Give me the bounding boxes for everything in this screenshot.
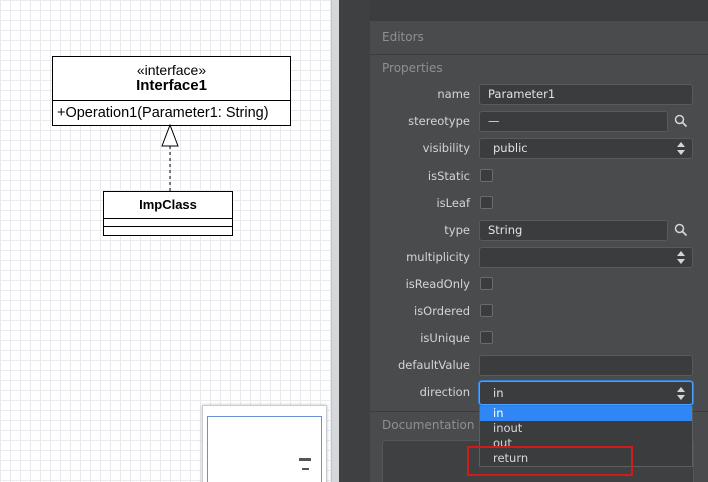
visibility-select[interactable]: public (479, 138, 693, 159)
type-field[interactable]: String (479, 220, 668, 241)
visibility-value: public (493, 141, 528, 155)
isreadonly-checkbox[interactable] (480, 277, 493, 290)
properties-section-title[interactable]: Properties (382, 61, 443, 75)
name-label: name (437, 87, 470, 101)
diagram-minimap[interactable] (202, 405, 327, 482)
isleaf-checkbox[interactable] (480, 196, 493, 209)
isunique-label: isUnique (420, 331, 470, 345)
editors-section-title[interactable]: Editors (382, 30, 424, 44)
realization-connector[interactable] (160, 124, 180, 192)
direction-option-out[interactable]: out (480, 436, 692, 451)
isstatic-label: isStatic (427, 169, 470, 183)
stereotype-field[interactable]: — (479, 111, 668, 132)
name-field[interactable]: Parameter1 (479, 84, 693, 105)
direction-value: in (493, 386, 504, 400)
select-arrows-icon (677, 251, 685, 264)
multiplicity-select[interactable] (479, 247, 693, 268)
panel-rail (339, 0, 370, 482)
direction-dropdown-list[interactable]: in inout out return (479, 406, 693, 467)
direction-option-return[interactable]: return (480, 451, 692, 466)
direction-label: direction (419, 385, 470, 399)
interface-stereotype: «interface» (136, 62, 207, 78)
isunique-checkbox[interactable] (480, 331, 493, 344)
documentation-section-title[interactable]: Documentation (382, 418, 475, 432)
minimap-class-shape (302, 468, 309, 470)
panel-splitter[interactable] (331, 0, 339, 482)
defaultvalue-label: defaultValue (397, 358, 470, 372)
visibility-label: visibility (422, 141, 470, 155)
isordered-label: isOrdered (414, 304, 470, 318)
interface-shape[interactable]: «interface» Interface1 +Operation1(Param… (52, 56, 291, 126)
stereotype-label: stereotype (408, 114, 470, 128)
interface-header: «interface» Interface1 (53, 57, 290, 101)
impclass-shape[interactable]: ImpClass (103, 191, 233, 236)
interface-operation[interactable]: +Operation1(Parameter1: String) (53, 101, 290, 121)
direction-option-inout[interactable]: inout (480, 421, 692, 436)
isstatic-checkbox[interactable] (480, 169, 493, 182)
impclass-attributes-compartment (104, 219, 232, 227)
isreadonly-label: isReadOnly (405, 277, 470, 291)
direction-select[interactable]: in (479, 381, 693, 405)
type-search-icon[interactable] (674, 223, 688, 237)
type-label: type (444, 223, 470, 237)
interface-name: Interface1 (136, 77, 207, 94)
multiplicity-label: multiplicity (406, 250, 470, 264)
divider (370, 20, 708, 21)
minimap-viewport[interactable] (207, 416, 322, 482)
stereotype-search-icon[interactable] (674, 114, 688, 128)
direction-option-in[interactable]: in (480, 406, 692, 421)
isordered-checkbox[interactable] (480, 304, 493, 317)
divider (370, 54, 708, 55)
impclass-name: ImpClass (104, 192, 232, 219)
select-arrows-icon (677, 142, 685, 155)
defaultvalue-field[interactable] (479, 355, 693, 376)
diagram-canvas[interactable]: «interface» Interface1 +Operation1(Param… (0, 0, 331, 482)
minimap-interface-shape (299, 458, 311, 461)
panel-topbar (370, 0, 708, 20)
isleaf-label: isLeaf (436, 196, 470, 210)
select-arrows-icon (677, 387, 685, 400)
property-panel: Editors Properties name Parameter1 stere… (339, 0, 708, 482)
